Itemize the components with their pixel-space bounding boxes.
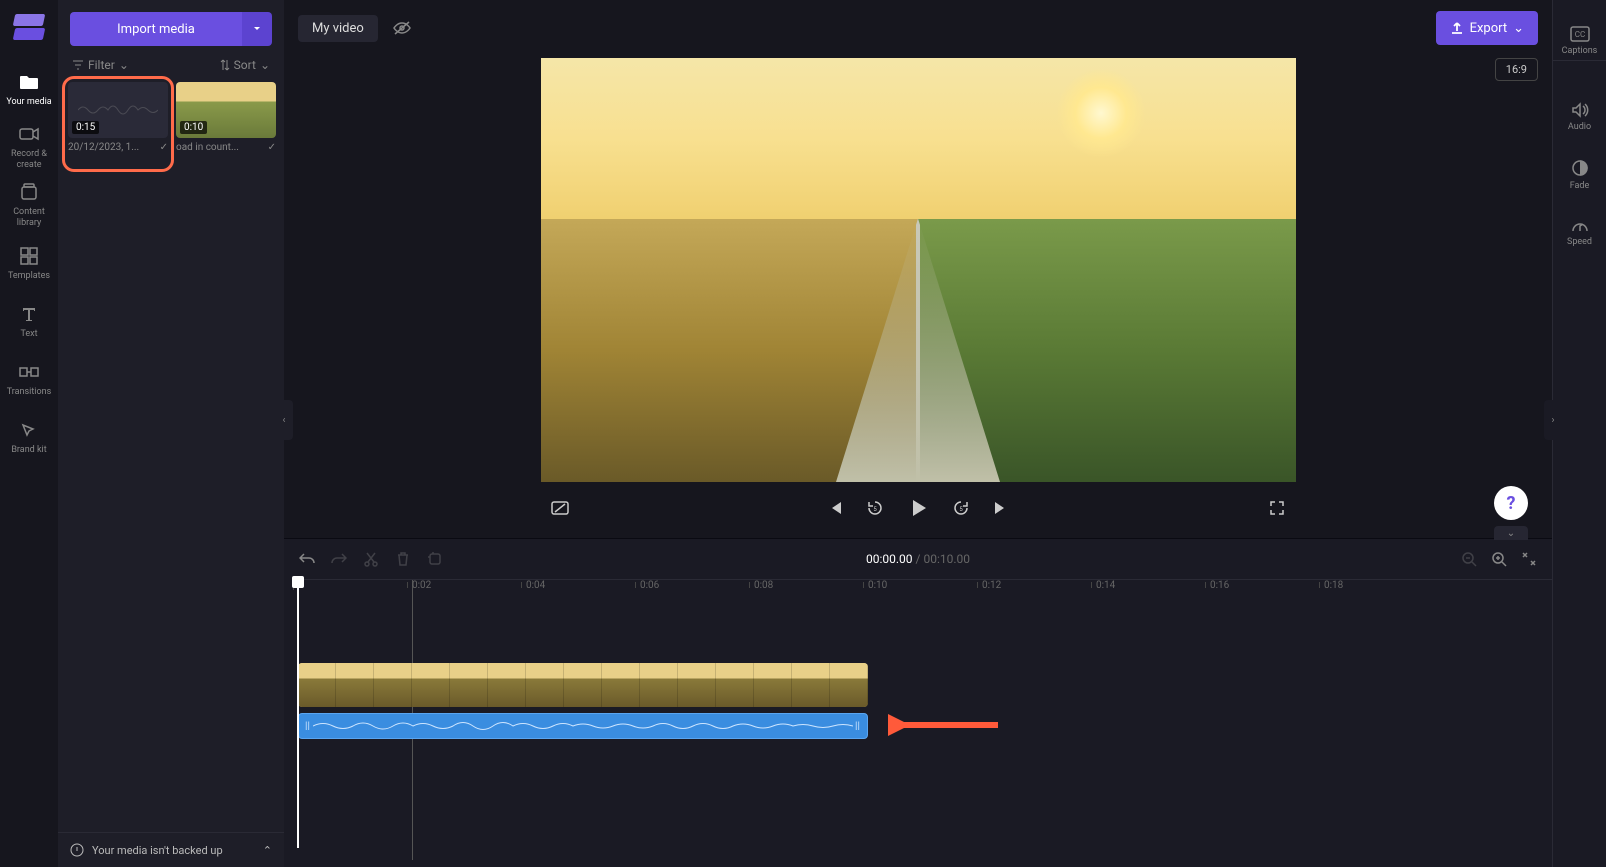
clip-handle-right[interactable]: || <box>855 721 861 732</box>
visibility-toggle[interactable] <box>388 16 416 40</box>
audio-button[interactable]: Audio <box>1553 90 1606 144</box>
nav-record-create[interactable]: Record & create <box>0 118 58 176</box>
chevron-down-icon: ⌄ <box>260 58 270 72</box>
media-filename: 20/12/2023, 1... <box>68 142 139 153</box>
timeline-ruler[interactable]: 0 0:02 0:04 0:06 0:08 0:10 0:12 0:14 0:1… <box>298 579 1552 603</box>
speed-button[interactable]: Speed <box>1553 206 1606 260</box>
waveform-icon <box>313 719 853 733</box>
rewind-button[interactable]: 5 <box>864 497 886 519</box>
sort-icon <box>220 59 230 71</box>
right-sidebar: CC Captions Audio Fade Speed › <box>1552 0 1606 867</box>
svg-text:CC: CC <box>1574 30 1584 39</box>
collapse-preview-button[interactable]: ⌄ <box>1494 526 1528 540</box>
transport-controls: 5 5 <box>541 482 1296 528</box>
clip-handle-left[interactable]: || <box>305 721 311 732</box>
chevron-up-icon: ⌃ <box>263 844 272 857</box>
topbar: My video Export ⌄ <box>284 0 1552 56</box>
safe-zone-toggle[interactable] <box>549 497 571 519</box>
nav-text[interactable]: Text <box>0 292 58 350</box>
timeline-timecode: 00:00.00 / 00:10.00 <box>866 552 970 566</box>
project-title[interactable]: My video <box>298 15 378 42</box>
delete-button[interactable] <box>394 550 412 568</box>
speed-icon <box>1571 219 1589 233</box>
nav-templates[interactable]: Templates <box>0 234 58 292</box>
left-sidebar: Your media Record & create Content libra… <box>0 0 58 867</box>
templates-icon <box>18 245 40 267</box>
zoom-out-button[interactable] <box>1460 550 1478 568</box>
check-icon: ✓ <box>268 142 276 153</box>
redo-button[interactable] <box>330 550 348 568</box>
library-icon <box>18 181 40 203</box>
chevron-down-icon: ⌄ <box>119 58 129 72</box>
info-icon <box>70 843 84 857</box>
timeline-tracks[interactable]: || || <box>298 603 1552 745</box>
preview-canvas[interactable] <box>541 58 1296 482</box>
skip-forward-button[interactable] <box>990 497 1012 519</box>
collapse-right-panel-button[interactable]: › <box>1544 400 1562 440</box>
crop-button[interactable] <box>426 550 444 568</box>
import-media-dropdown[interactable] <box>242 12 272 46</box>
import-media-button[interactable]: Import media <box>70 12 242 46</box>
fade-icon <box>1571 159 1589 177</box>
main-area: My video Export ⌄ 16:9 5 5 ? ⌄ <box>284 0 1552 867</box>
media-item-audio[interactable]: 0:15 20/12/2023, 1... ✓ <box>68 82 168 153</box>
nav-brand-kit[interactable]: Brand kit <box>0 408 58 466</box>
audio-icon <box>1571 102 1589 118</box>
timeline-toolbar: 00:00.00 / 00:10.00 <box>284 539 1552 579</box>
folder-icon <box>18 71 40 93</box>
export-button[interactable]: Export ⌄ <box>1436 11 1538 45</box>
video-track[interactable] <box>298 663 1552 707</box>
fade-button[interactable]: Fade <box>1553 148 1606 202</box>
split-button[interactable] <box>362 550 380 568</box>
audio-track[interactable]: || || <box>298 713 1552 739</box>
zoom-in-button[interactable] <box>1490 550 1508 568</box>
captions-button[interactable]: CC Captions <box>1553 14 1606 68</box>
captions-icon: CC <box>1570 26 1590 42</box>
media-panel: Import media Filter ⌄ Sort ⌄ 0:15 20/12/… <box>58 0 284 867</box>
play-button[interactable] <box>904 494 932 522</box>
undo-button[interactable] <box>298 550 316 568</box>
media-duration: 0:10 <box>180 121 207 134</box>
forward-button[interactable]: 5 <box>950 497 972 519</box>
svg-text:5: 5 <box>873 506 877 513</box>
nav-your-media[interactable]: Your media <box>0 60 58 118</box>
sort-button[interactable]: Sort ⌄ <box>220 58 270 72</box>
filter-icon <box>72 60 84 70</box>
media-filename: oad in count... <box>176 142 239 153</box>
fullscreen-button[interactable] <box>1266 497 1288 519</box>
transitions-icon <box>18 361 40 383</box>
media-thumbnail: 0:10 <box>176 82 276 138</box>
video-clip[interactable] <box>298 663 868 707</box>
preview-area: 16:9 5 5 ? ⌄ <box>284 56 1552 538</box>
audio-clip[interactable]: || || <box>298 713 868 739</box>
text-icon <box>18 303 40 325</box>
svg-text:5: 5 <box>959 506 963 513</box>
help-button[interactable]: ? <box>1494 486 1528 520</box>
zoom-fit-button[interactable] <box>1520 550 1538 568</box>
check-icon: ✓ <box>160 142 168 153</box>
chevron-down-icon: ⌄ <box>1513 21 1524 36</box>
backup-warning[interactable]: Your media isn't backed up ⌃ <box>58 832 284 867</box>
nav-content-library[interactable]: Content library <box>0 176 58 234</box>
media-duration: 0:15 <box>72 121 99 134</box>
media-item-video[interactable]: 0:10 oad in count... ✓ <box>176 82 276 153</box>
brandkit-icon <box>18 419 40 441</box>
filter-button[interactable]: Filter ⌄ <box>72 58 129 72</box>
nav-transitions[interactable]: Transitions <box>0 350 58 408</box>
upload-icon <box>1450 21 1464 35</box>
media-thumbnail: 0:15 <box>68 82 168 138</box>
camera-icon <box>18 123 40 145</box>
playhead[interactable] <box>292 576 304 588</box>
timeline: 00:00.00 / 00:10.00 0 0:02 0:04 0:06 0:0… <box>284 538 1552 867</box>
skip-back-button[interactable] <box>824 497 846 519</box>
aspect-ratio-button[interactable]: 16:9 <box>1495 58 1538 81</box>
app-logo <box>14 14 44 40</box>
